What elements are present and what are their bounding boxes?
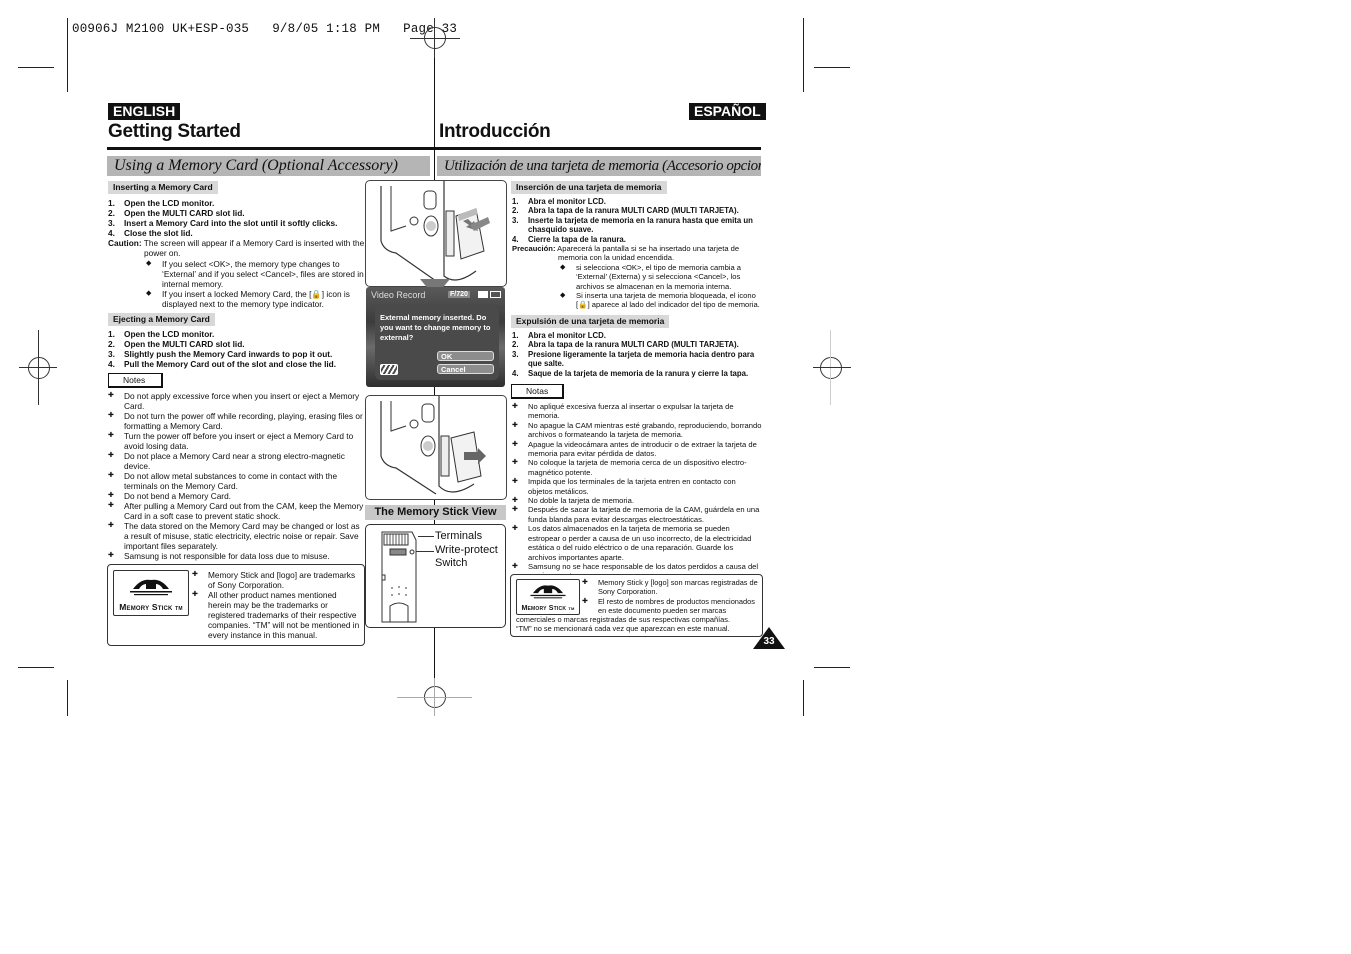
step: 2. Open the MULTI CARD slot lid.	[108, 339, 245, 349]
step: 4. Close the slot lid.	[108, 228, 193, 238]
terminals-leader-line	[418, 536, 434, 537]
memory-card-icon	[380, 364, 398, 375]
section-heading-english: Using a Memory Card (Optional Accessory)	[107, 156, 430, 176]
subheading-expulsion: Expulsión de una tarjeta de memoria	[511, 315, 670, 328]
camcorder-eject-illustration	[380, 396, 486, 495]
step: 1. Open the LCD monitor.	[108, 198, 215, 208]
memory-stick-labels: Terminals Write-protect Switch	[435, 530, 498, 571]
step: 3. Slightly push the Memory Card inwards …	[108, 349, 333, 359]
notas-label: Notas	[511, 384, 564, 399]
step: 4. Pull the Memory Card out of the slot a…	[108, 359, 337, 369]
memory-dialog: External memory inserted. Do you want to…	[375, 306, 499, 380]
caution-block-english: Caution: The screen will appear if a Mem…	[108, 238, 366, 309]
camcorder-insert-illustration	[380, 181, 490, 282]
subheading-inserting: Inserting a Memory Card	[108, 181, 218, 194]
note-item: Después de sacar la tarjeta de memoria d…	[512, 505, 762, 524]
note-item: Turn the power off before you insert or …	[108, 431, 366, 451]
step: 3. Presione ligeramente la tarjeta de mem…	[512, 349, 755, 369]
precaucion-label: Precaución:	[512, 244, 556, 253]
caution-label: Caution:	[108, 238, 142, 248]
memory-stick-mark-icon	[530, 585, 566, 599]
label-write-protect: Write-protect	[435, 543, 498, 556]
note-item: Do not allow metal substances to come in…	[108, 471, 366, 491]
dialog-message: External memory inserted. Do you want to…	[380, 313, 491, 342]
page-title-spanish: Introducción	[439, 121, 551, 142]
note-item: Los datos almacenados en la tarjeta de m…	[512, 524, 762, 562]
note-item: No doble la tarjeta de memoria.	[512, 496, 762, 506]
section-heading-spanish: Utilización de una tarjeta de memoria (A…	[437, 156, 761, 176]
memory-stick-logo: Memory Stick TM	[113, 570, 189, 616]
step: 1. Abra el monitor LCD.	[512, 197, 606, 206]
note-item: Do not turn the power off while recordin…	[108, 411, 366, 431]
note-item: Apague la videocámara antes de introduci…	[512, 440, 762, 459]
note-item: Do not bend a Memory Card.	[108, 491, 366, 501]
note-item: Do not apply excessive force when you in…	[108, 391, 366, 411]
title-rule	[436, 147, 761, 150]
memory-stick-icon	[381, 531, 417, 623]
page-number: 33	[763, 636, 775, 647]
note-item: No apague la CAM mientras esté grabando,…	[512, 421, 762, 440]
precaucion-bullet: si selecciona <OK>, el tipo de memoria c…	[558, 263, 762, 291]
caution-bullet: If you insert a locked Memory Card, the …	[144, 289, 366, 309]
spanish-language-tab: ESPAÑOL	[689, 103, 766, 120]
precaucion-block: Precaución: Aparecerá la pantalla si se …	[512, 244, 762, 310]
note-item: The data stored on the Memory Card may b…	[108, 521, 366, 551]
note-item: No apliqué excesiva fuerza al insertar o…	[512, 402, 762, 421]
precaucion-bullet: Si inserta una tarjeta de memoria bloque…	[558, 291, 762, 310]
trademark-note: Memory Stick y [logo] son marcas registr…	[582, 578, 760, 597]
trademark-note: All other product names mentioned herein…	[192, 590, 360, 640]
step: 1. Abra el monitor LCD.	[512, 331, 606, 340]
note-item: Samsung is not responsible for data loss…	[108, 551, 366, 561]
step: 3. Inserte la tarjeta de memoria en la ra…	[512, 215, 753, 235]
trademark-note: Memory Stick and [logo] are trademarks o…	[192, 570, 360, 590]
step: 3. Insert a Memory Card into the slot unt…	[108, 218, 338, 228]
note-item: No coloque la tarjeta de memoria cerca d…	[512, 458, 762, 477]
trademark-continuation: comerciales o marcas registradas de sus …	[516, 615, 731, 624]
memory-stick-mark-icon	[130, 579, 172, 596]
title-rule	[107, 147, 436, 150]
notes-list-spanish: No apliqué excesiva fuerza al insertar o…	[512, 402, 762, 581]
write-protect-leader-line	[416, 551, 434, 552]
lcd-mode-label: Video Record	[371, 290, 426, 300]
step: 2. Abra la tapa de la ranura MULTI CARD (…	[512, 206, 739, 216]
cancel-button[interactable]: Cancel	[437, 364, 494, 374]
note-item: Do not place a Memory Card near a strong…	[108, 451, 366, 471]
memory-stick-view-heading: The Memory Stick View	[365, 505, 506, 520]
lcd-counter: F/720	[448, 291, 470, 298]
page-title-english: Getting Started	[108, 121, 241, 142]
trademark-box-english: Memory Stick TM Memory Stick and [logo] …	[107, 564, 365, 646]
inserting-steps: 1. Open the LCD monitor. 2. Open the MULTI…	[108, 198, 368, 238]
memory-stick-diagram: Terminals Write-protect Switch	[365, 524, 506, 628]
subheading-ejecting: Ejecting a Memory Card	[108, 313, 215, 326]
step: 4. Cierre la tapa de la ranura.	[512, 234, 626, 244]
trademark-box-spanish: Memory Stick TM Memory Stick y [logo] so…	[510, 574, 763, 637]
english-language-tab: ENGLISH	[108, 103, 181, 120]
lcd-screen-dialog: Video Record F/720 External memory inser…	[366, 287, 505, 387]
illustration-insert-card	[365, 180, 507, 287]
ejecting-steps: 1. Open the LCD monitor. 2. Open the MULTI…	[108, 329, 368, 369]
step: 4. Saque de la tarjeta de memoria de la r…	[512, 368, 749, 378]
step: 2. Open the MULTI CARD slot lid.	[108, 208, 245, 218]
trademark-note: El resto de nombres de productos mencion…	[582, 597, 760, 616]
illustration-eject-card	[365, 395, 507, 500]
printer-slug: 00906J M2100 UK+ESP-035 9/8/05 1:18 PM P…	[72, 22, 458, 36]
step: 2. Abra la tapa de la ranura MULTI CARD (…	[512, 340, 739, 350]
insercion-steps: 1. Abra el monitor LCD. 2. Abra la tapa de…	[512, 197, 762, 244]
notes-list-english: Do not apply excessive force when you in…	[108, 391, 366, 561]
subheading-insercion: Inserción de una tarjeta de memoria	[511, 181, 667, 194]
battery-icon	[490, 291, 501, 298]
tape-icon	[478, 291, 488, 298]
note-item: Impida que los terminales de la tarjeta …	[512, 477, 762, 496]
expulsion-steps: 1. Abra el monitor LCD. 2. Abra la tapa de…	[512, 331, 762, 378]
memory-stick-logo: Memory Stick TM	[516, 579, 580, 615]
trademark-continuation: “TM” no se mencionará cada vez que apare…	[516, 624, 730, 634]
label-switch: Switch	[435, 557, 468, 569]
note-item: After pulling a Memory Card out from the…	[108, 501, 366, 521]
caution-bullet: If you select <OK>, the memory type chan…	[144, 259, 366, 289]
step: 1. Open the LCD monitor.	[108, 329, 215, 339]
notes-label-english: Notes	[108, 373, 163, 388]
label-terminals: Terminals	[435, 530, 483, 542]
ok-button[interactable]: OK	[437, 351, 494, 361]
